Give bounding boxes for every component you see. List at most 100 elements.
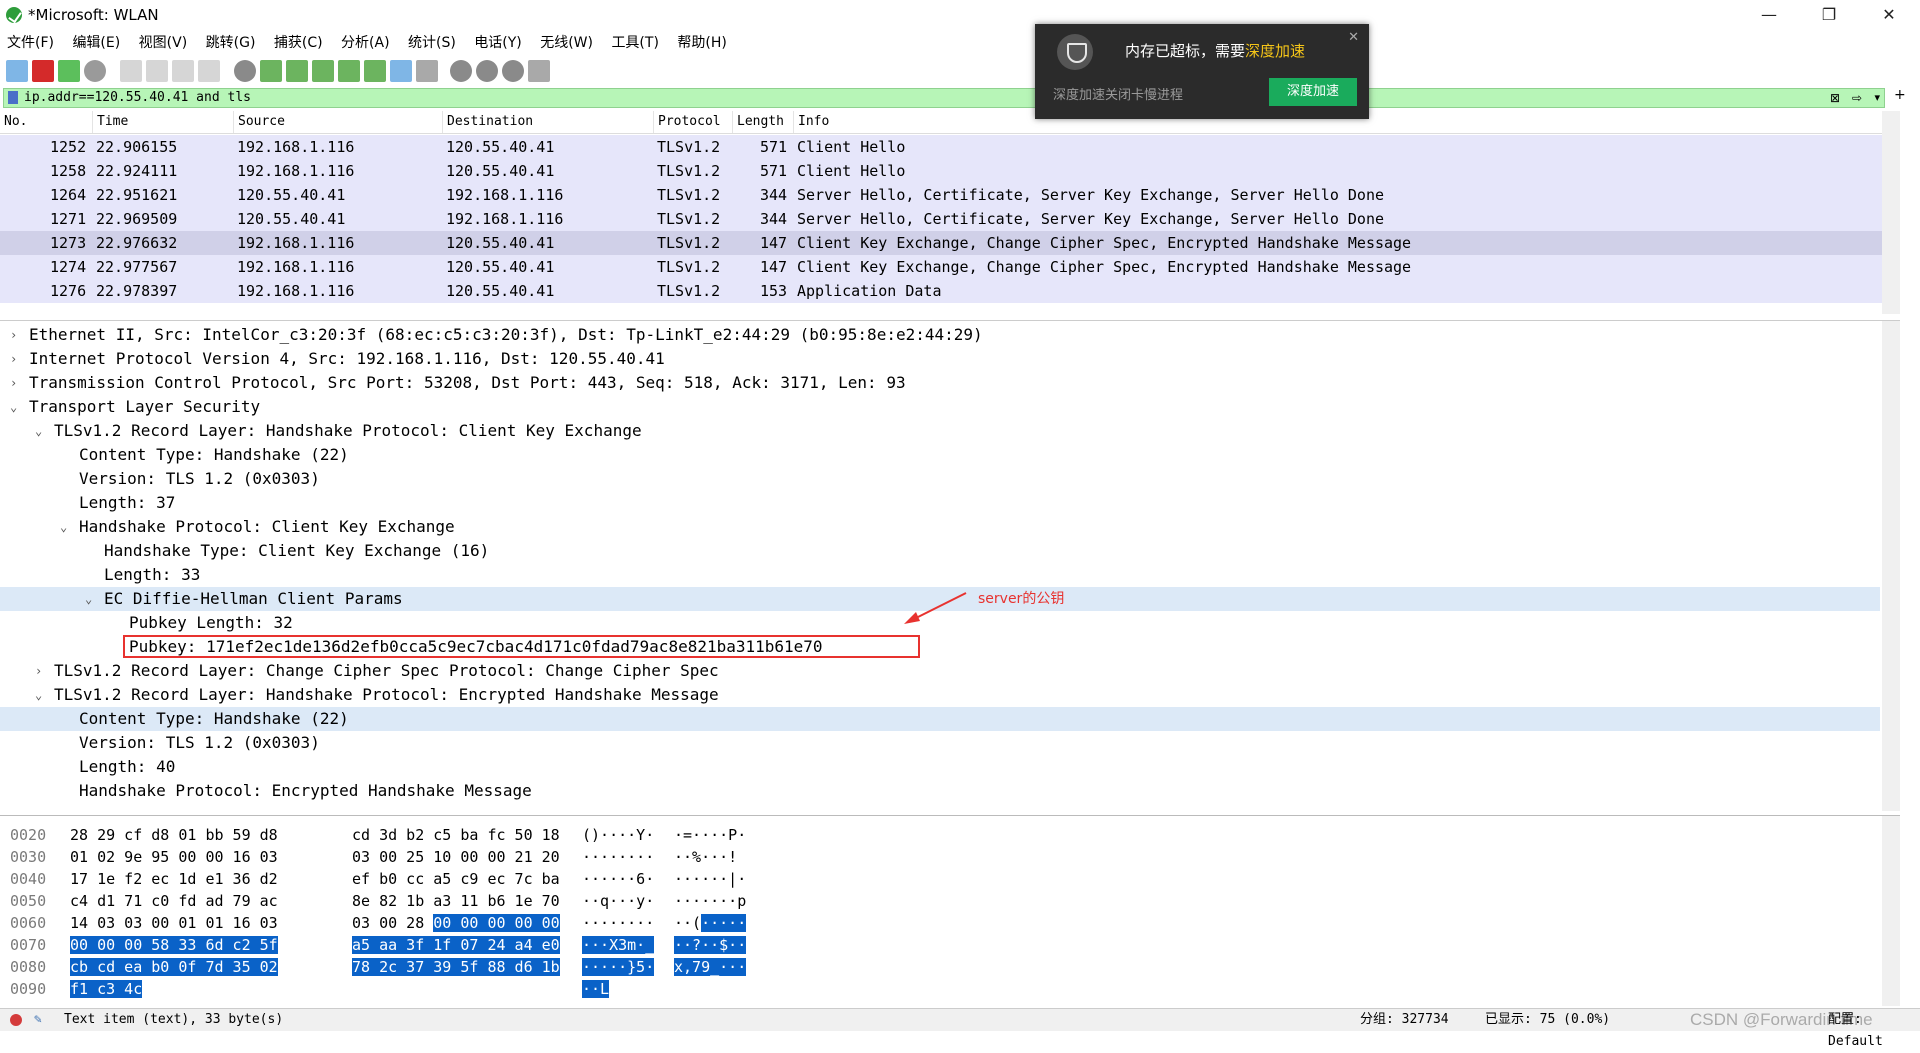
packet-row[interactable]: 1264 22.951621 120.55.40.41 192.168.1.116 TL… <box>0 183 1900 207</box>
first-packet-icon[interactable] <box>338 60 360 82</box>
packet-row[interactable]: 1252 22.906155 192.168.1.116 120.55.40.41 TL… <box>0 135 1900 159</box>
cell-no: 1258 <box>50 162 87 180</box>
menu-capture[interactable]: 捕获(C) <box>267 31 330 55</box>
detail-row[interactable]: Length: 40 <box>0 755 1880 779</box>
start-capture-icon[interactable] <box>6 60 28 82</box>
menu-file[interactable]: 文件(F) <box>0 31 61 55</box>
capture-options-icon[interactable] <box>84 60 106 82</box>
cell-length: 147 <box>760 234 788 252</box>
menu-telephony[interactable]: 电话(Y) <box>467 31 528 55</box>
colorize-icon[interactable] <box>416 60 438 82</box>
menu-help[interactable]: 帮助(H) <box>670 31 733 55</box>
column-length[interactable]: Length <box>732 111 784 133</box>
menu-statistics[interactable]: 统计(S) <box>401 31 463 55</box>
detail-row[interactable]: Handshake Protocol: Encrypted Handshake … <box>0 779 1880 803</box>
collapse-arrow-icon[interactable]: ⌄ <box>85 587 99 611</box>
popup-close-icon[interactable]: ✕ <box>1348 30 1359 45</box>
cell-time: 22.969509 <box>96 210 178 228</box>
find-packet-icon[interactable] <box>234 60 256 82</box>
go-forward-icon[interactable] <box>286 60 308 82</box>
collapse-arrow-icon[interactable]: ⌄ <box>35 419 49 443</box>
go-back-icon[interactable] <box>260 60 282 82</box>
detail-row[interactable]: › Transmission Control Protocol, Src Port… <box>0 371 1880 395</box>
menu-edit[interactable]: 编辑(E) <box>65 31 127 55</box>
collapse-arrow-icon[interactable]: ⌄ <box>60 515 74 539</box>
go-to-packet-icon[interactable] <box>312 60 334 82</box>
zoom-in-icon[interactable] <box>450 60 472 82</box>
detail-row[interactable]: › TLSv1.2 Record Layer: Change Cipher Spe… <box>0 659 1880 683</box>
display-filter-input[interactable]: ip.addr==120.55.40.41 and tls <box>24 89 251 107</box>
packet-row[interactable]: 1258 22.924111 192.168.1.116 120.55.40.41 TL… <box>0 159 1900 183</box>
column-protocol[interactable]: Protocol <box>653 111 721 133</box>
details-scrollbar[interactable] <box>1882 321 1900 811</box>
packet-row[interactable]: 1274 22.977567 192.168.1.116 120.55.40.41 TL… <box>0 255 1900 279</box>
ascii-group-2: ··(····· <box>674 912 747 934</box>
close-file-icon[interactable] <box>172 60 194 82</box>
cell-destination: 120.55.40.41 <box>446 258 555 276</box>
detail-row[interactable]: Length: 33 <box>0 563 1880 587</box>
expand-arrow-icon[interactable]: › <box>10 347 24 371</box>
expert-info-icon[interactable] <box>10 1014 22 1026</box>
menu-go[interactable]: 跳转(G) <box>199 31 263 55</box>
deep-accelerate-button[interactable]: 深度加速 <box>1269 78 1357 106</box>
save-file-icon[interactable] <box>146 60 168 82</box>
zoom-normal-icon[interactable] <box>502 60 524 82</box>
expand-arrow-icon[interactable]: › <box>35 659 49 683</box>
column-source[interactable]: Source <box>233 111 285 133</box>
menu-wireless[interactable]: 无线(W) <box>533 31 600 55</box>
edit-comment-icon[interactable]: ✎ <box>34 1009 42 1031</box>
detail-row[interactable]: Handshake Type: Client Key Exchange (16) <box>0 539 1880 563</box>
detail-text: Content Type: Handshake (22) <box>79 709 349 728</box>
hex-offset: 0060 <box>10 914 47 932</box>
expand-arrow-icon[interactable]: › <box>10 323 24 347</box>
maximize-button[interactable]: ❐ <box>1806 0 1852 30</box>
hex-scrollbar[interactable] <box>1882 816 1900 1006</box>
collapse-arrow-icon[interactable]: ⌄ <box>35 683 49 707</box>
display-filter-bar[interactable]: ip.addr==120.55.40.41 and tls ⊠ ⇨ ▾ <box>3 88 1885 108</box>
detail-row[interactable]: › Ethernet II, Src: IntelCor_c3:20:3f (68… <box>0 323 1880 347</box>
memory-warning-popup: 内存已超标，需要深度加速 ✕ 深度加速关闭卡慢进程 深度加速 <box>1035 24 1369 119</box>
column-time[interactable]: Time <box>92 111 128 133</box>
ascii-text-selected: ····· <box>701 914 747 932</box>
menu-view[interactable]: 视图(V) <box>132 31 195 55</box>
detail-row[interactable]: Content Type: Handshake (22) <box>0 707 1880 731</box>
status-profile[interactable]: 配置: Default <box>1828 1009 1920 1053</box>
reload-icon[interactable] <box>198 60 220 82</box>
detail-row[interactable]: ⌄ Handshake Protocol: Client Key Exchange <box>0 515 1880 539</box>
bookmark-icon[interactable] <box>8 91 18 104</box>
column-no[interactable]: No. <box>0 111 27 133</box>
detail-row[interactable]: ⌄ TLSv1.2 Record Layer: Handshake Protoco… <box>0 683 1880 707</box>
cell-no: 1276 <box>50 282 87 300</box>
column-destination[interactable]: Destination <box>442 111 533 133</box>
resize-columns-icon[interactable] <box>528 60 550 82</box>
close-button[interactable]: ✕ <box>1866 0 1912 30</box>
packet-row[interactable]: 1276 22.978397 192.168.1.116 120.55.40.41 TL… <box>0 279 1900 303</box>
add-filter-button-icon[interactable]: + <box>1894 87 1906 103</box>
open-file-icon[interactable] <box>120 60 142 82</box>
detail-row[interactable]: ⌄ Transport Layer Security <box>0 395 1880 419</box>
detail-row[interactable]: › Internet Protocol Version 4, Src: 192.1… <box>0 347 1880 371</box>
packet-row[interactable]: 1271 22.969509 120.55.40.41 192.168.1.116 TL… <box>0 207 1900 231</box>
popup-title-link[interactable]: 深度加速 <box>1245 42 1305 60</box>
apply-filter-icon[interactable]: ⇨ <box>1852 89 1862 107</box>
collapse-arrow-icon[interactable]: ⌄ <box>10 395 24 419</box>
zoom-out-icon[interactable] <box>476 60 498 82</box>
column-info[interactable]: Info <box>793 111 829 133</box>
menu-analyze[interactable]: 分析(A) <box>334 31 397 55</box>
minimize-button[interactable]: — <box>1746 0 1792 30</box>
menu-tools[interactable]: 工具(T) <box>604 31 665 55</box>
detail-row[interactable]: Version: TLS 1.2 (0x0303) <box>0 731 1880 755</box>
packet-list-scrollbar[interactable] <box>1882 111 1900 314</box>
filter-dropdown-icon[interactable]: ▾ <box>1874 89 1880 107</box>
detail-row[interactable]: Version: TLS 1.2 (0x0303) <box>0 467 1880 491</box>
clear-filter-icon[interactable]: ⊠ <box>1830 89 1840 107</box>
last-packet-icon[interactable] <box>364 60 386 82</box>
autoscroll-icon[interactable] <box>390 60 412 82</box>
detail-row[interactable]: Length: 37 <box>0 491 1880 515</box>
packet-row[interactable]: 1273 22.976632 192.168.1.116 120.55.40.41 TL… <box>0 231 1900 255</box>
restart-capture-icon[interactable] <box>58 60 80 82</box>
detail-row[interactable]: ⌄ TLSv1.2 Record Layer: Handshake Protoco… <box>0 419 1880 443</box>
detail-row[interactable]: Content Type: Handshake (22) <box>0 443 1880 467</box>
expand-arrow-icon[interactable]: › <box>10 371 24 395</box>
stop-capture-icon[interactable] <box>32 60 54 82</box>
